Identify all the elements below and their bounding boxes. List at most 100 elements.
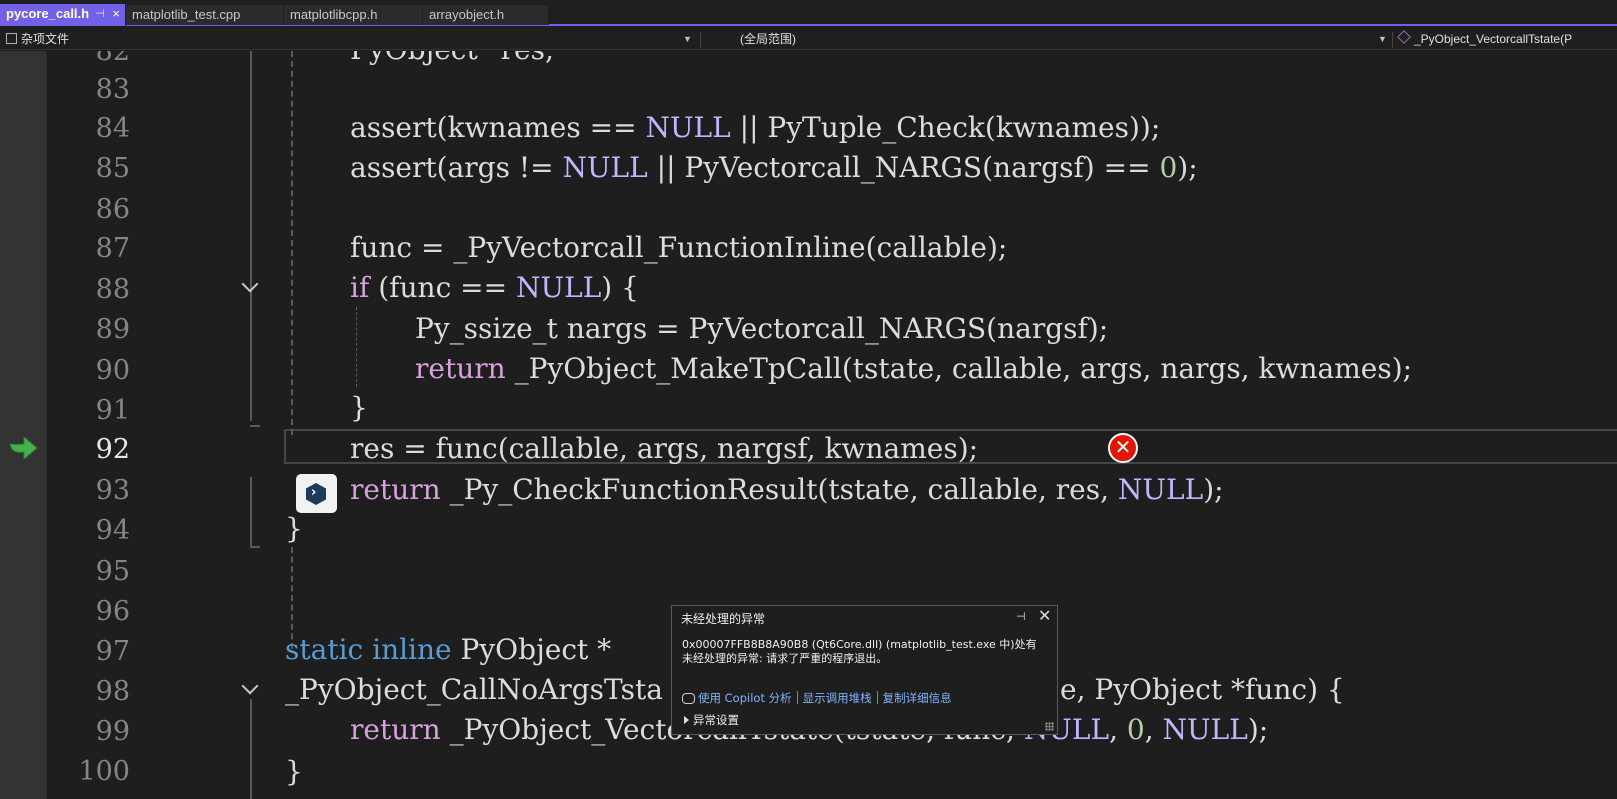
line-number: 85 xyxy=(95,153,130,184)
tab-label: pycore_call.h xyxy=(6,6,90,21)
tab-matplotlibcpp-h[interactable]: matplotlibcpp.h xyxy=(284,5,423,25)
project-dropdown[interactable]: 杂项文件 xyxy=(6,30,706,48)
code-line[interactable]: assert(kwnames == NULL || PyTuple_Check(… xyxy=(350,107,1160,148)
code-line[interactable]: assert(args != NULL || PyVectorcall_NARG… xyxy=(350,147,1198,188)
line-number: 88 xyxy=(95,274,130,305)
misc-files-icon xyxy=(6,33,17,44)
collapse-chevron-icon[interactable] xyxy=(240,277,262,299)
divider xyxy=(700,32,701,48)
divider xyxy=(876,691,878,704)
keyword-token: return xyxy=(350,713,441,746)
code-text: , xyxy=(1109,713,1127,746)
indicator-margin[interactable] xyxy=(0,51,46,799)
code-text: _Py_CheckFunctionResult(tstate, callable… xyxy=(440,473,1118,506)
code-line[interactable]: return _PyObject_MakeTpCall(tstate, call… xyxy=(415,348,1412,389)
outline-fold-line xyxy=(250,699,252,799)
line-number: 90 xyxy=(95,355,130,386)
exception-message: 0x00007FFB8B8A90B8 (Qt6Core.dll) (matplo… xyxy=(682,638,1052,666)
member-label: _PyObject_VectorcallTstate(P xyxy=(1414,32,1573,46)
chevron-right-icon: › xyxy=(311,485,317,500)
keyword-token: return xyxy=(415,352,506,385)
code-text: || PyTuple_Check(kwnames)); xyxy=(730,111,1161,144)
code-text: _PyObject_MakeTpCall(tstate, callable, a… xyxy=(505,352,1413,385)
line-number-current: 92 xyxy=(95,434,130,465)
line-number: 94 xyxy=(95,515,130,546)
code-text: func = _PyVectorcall_FunctionInline(call… xyxy=(350,231,1008,264)
code-line-current[interactable]: res = func(callable, args, nargsf, kwnam… xyxy=(350,428,978,469)
copy-details-link[interactable]: 复制详细信息 xyxy=(883,691,952,705)
macro-token: NULL xyxy=(1117,473,1204,506)
code-line[interactable]: } xyxy=(350,387,368,428)
code-line[interactable]: static inline PyObject * xyxy=(285,629,611,670)
divider xyxy=(796,691,798,704)
tab-matplotlib-test-cpp[interactable]: matplotlib_test.cpp xyxy=(126,5,284,25)
code-text: e, PyObject *func) { xyxy=(1060,673,1345,706)
exception-settings-label: 异常设置 xyxy=(693,713,739,727)
line-number: 83 xyxy=(95,74,130,105)
number-token: 0 xyxy=(1126,713,1145,746)
outline-fold-line xyxy=(250,51,252,421)
tab-label: matplotlibcpp.h xyxy=(290,7,378,22)
collapse-chevron-icon[interactable] xyxy=(240,679,262,701)
copilot-suggestion-button[interactable]: › xyxy=(296,474,337,513)
code-line[interactable]: return _Py_CheckFunctionResult(tstate, c… xyxy=(350,469,1224,510)
show-call-stack-link[interactable]: 显示调用堆栈 xyxy=(803,691,872,705)
code-line-fragment[interactable]: e, PyObject *func) { xyxy=(1060,669,1345,710)
code-text: } xyxy=(285,512,303,545)
code-text: assert(kwnames == xyxy=(350,111,646,144)
member-dropdown[interactable]: _PyObject_VectorcallTstate(P xyxy=(1397,30,1573,48)
tab-pycore-call-h[interactable]: pycore_call.h ⊣ × xyxy=(0,4,126,26)
tab-arrayobject-h[interactable]: arrayobject.h xyxy=(423,5,549,25)
navigation-bar: 杂项文件 ▼ (全局范围) ▼ _PyObject_VectorcallTsta… xyxy=(0,30,1617,50)
scope-label: (全局范围) xyxy=(740,32,796,46)
close-icon[interactable]: ✕ xyxy=(1038,606,1051,625)
line-number: 91 xyxy=(95,395,130,426)
exception-settings-expander[interactable]: 异常设置 xyxy=(684,712,739,728)
analyze-with-copilot-link[interactable]: 使用 Copilot 分析 xyxy=(698,691,792,705)
line-number: 86 xyxy=(95,194,130,225)
expand-triangle-icon xyxy=(684,716,689,724)
tab-label: matplotlib_test.cpp xyxy=(132,7,241,22)
line-number: 93 xyxy=(95,475,130,506)
tab-label: arrayobject.h xyxy=(429,7,505,22)
error-x-icon[interactable]: ✕ xyxy=(1108,433,1138,463)
divider xyxy=(46,51,47,799)
code-text: assert(args != xyxy=(350,151,563,184)
code-text: } xyxy=(350,391,368,424)
chevron-down-icon[interactable]: ▼ xyxy=(1378,30,1387,48)
structure-guide-line xyxy=(356,307,357,387)
macro-token: NULL xyxy=(516,271,602,304)
exception-helper-popup[interactable]: 未经处理的异常 ⊣ ✕ 0x00007FFB8B8A90B8 (Qt6Core.… xyxy=(671,605,1058,735)
code-text: ); xyxy=(1247,713,1269,746)
code-line[interactable]: } xyxy=(285,508,303,549)
code-line[interactable]: Py_ssize_t nargs = PyVectorcall_NARGS(na… xyxy=(415,308,1108,349)
line-number: 96 xyxy=(95,596,130,627)
outline-fold-line xyxy=(250,477,252,547)
keyword-token: if xyxy=(350,271,370,304)
code-line[interactable]: } xyxy=(285,751,303,792)
code-line[interactable]: PyObject *res; xyxy=(350,51,554,70)
code-line[interactable]: func = _PyVectorcall_FunctionInline(call… xyxy=(350,227,1007,268)
code-text: (func == xyxy=(369,271,516,304)
code-line[interactable]: if (func == NULL) { xyxy=(350,267,639,308)
line-number: 98 xyxy=(95,676,130,707)
line-number: 97 xyxy=(95,636,130,667)
scope-dropdown[interactable]: (全局范围) xyxy=(740,30,796,48)
chevron-down-icon[interactable]: ▼ xyxy=(683,30,692,48)
close-tab-icon[interactable]: × xyxy=(112,4,120,24)
resize-grip-icon[interactable] xyxy=(1045,722,1054,731)
pin-tab-icon[interactable]: ⊣ xyxy=(95,4,105,24)
code-text: ); xyxy=(1177,151,1198,184)
keyword-token: static xyxy=(285,633,364,666)
popup-action-links: 使用 Copilot 分析 显示调用堆栈 复制详细信息 xyxy=(682,690,952,706)
code-text: ) { xyxy=(601,271,639,304)
pin-icon[interactable]: ⊣ xyxy=(1016,610,1026,623)
copilot-icon xyxy=(682,693,695,704)
macro-token: NULL xyxy=(562,151,648,184)
code-line[interactable]: _PyObject_CallNoArgsTsta xyxy=(285,669,663,710)
project-label: 杂项文件 xyxy=(21,32,70,46)
exception-message-line: 未经处理的异常: 请求了严重的程序退出。 xyxy=(682,652,888,665)
execution-pointer-icon[interactable] xyxy=(6,432,40,462)
code-text: || PyVectorcall_NARGS(nargsf) == xyxy=(647,151,1160,184)
